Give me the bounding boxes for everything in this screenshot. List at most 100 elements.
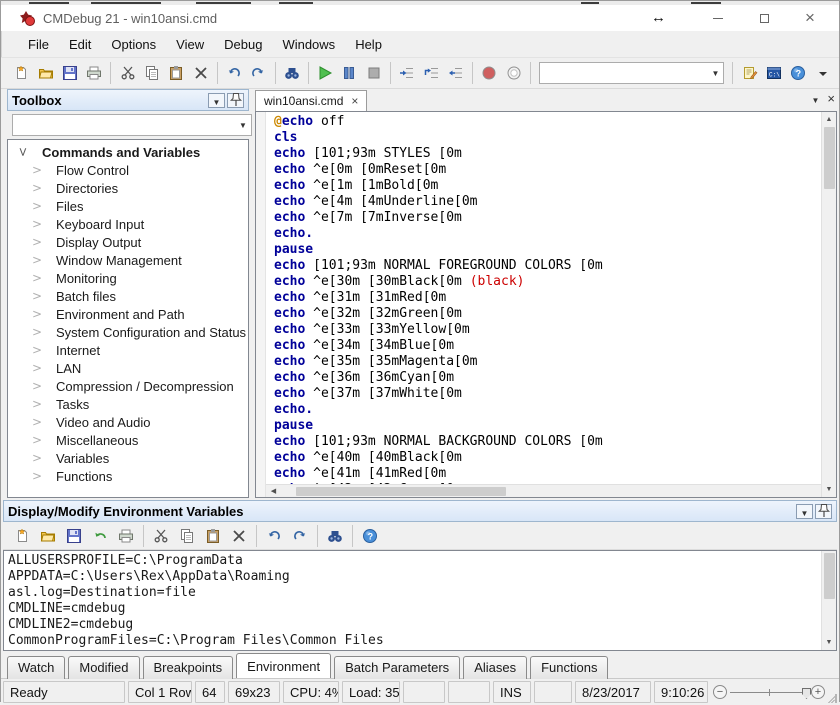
code-editor[interactable]: @echo offclsecho [101;93m STYLES [0mecho… bbox=[255, 111, 837, 498]
caret-down-icon[interactable] bbox=[707, 63, 723, 83]
find-button[interactable] bbox=[280, 60, 304, 86]
paste-button[interactable] bbox=[200, 523, 226, 549]
close-document-icon[interactable] bbox=[827, 91, 835, 106]
cut-button[interactable] bbox=[148, 523, 174, 549]
toolbox-item-system-configuration-and-status[interactable]: >System Configuration and Status bbox=[8, 323, 248, 341]
env-variable-line[interactable]: CommonProgramFiles=C:\Program Files\Comm… bbox=[8, 633, 821, 649]
toolbox-item-keyboard-input[interactable]: >Keyboard Input bbox=[8, 215, 248, 233]
redo-button[interactable] bbox=[246, 60, 270, 86]
scroll-down-icon[interactable] bbox=[822, 482, 837, 497]
clear-breakpoints-button[interactable] bbox=[501, 60, 525, 86]
env-variable-line[interactable]: CMDLINE=cmdebug bbox=[8, 601, 821, 617]
copy-button[interactable] bbox=[140, 60, 164, 86]
zoom-slider-track[interactable] bbox=[730, 692, 808, 693]
set-breakpoint-button[interactable] bbox=[477, 60, 501, 86]
toolbox-item-window-management[interactable]: >Window Management bbox=[8, 251, 248, 269]
save-button[interactable] bbox=[61, 523, 87, 549]
print-button[interactable] bbox=[82, 60, 106, 86]
step-over-button[interactable] bbox=[419, 60, 443, 86]
tab-aliases[interactable]: Aliases bbox=[463, 656, 527, 679]
command-input-field[interactable] bbox=[540, 64, 708, 82]
undo-button[interactable] bbox=[222, 60, 246, 86]
env-variable-line[interactable]: APPDATA=C:\Users\Rex\AppData\Roaming bbox=[8, 569, 821, 585]
environment-variables-view[interactable]: ALLUSERSPROFILE=C:\ProgramDataAPPDATA=C:… bbox=[3, 550, 837, 651]
step-into-button[interactable] bbox=[395, 60, 419, 86]
paste-button[interactable] bbox=[164, 60, 188, 86]
env-variable-line[interactable]: CMDLINE2=cmdebug bbox=[8, 617, 821, 633]
toolbox-pin-button[interactable] bbox=[227, 93, 244, 108]
scroll-left-icon[interactable] bbox=[266, 484, 281, 498]
toolbox-item-display-output[interactable]: >Display Output bbox=[8, 233, 248, 251]
horizontal-scroll-thumb[interactable] bbox=[296, 487, 506, 496]
more-options-button[interactable] bbox=[811, 60, 835, 86]
maximize-button[interactable] bbox=[741, 5, 787, 31]
open-button[interactable] bbox=[35, 523, 61, 549]
menu-file[interactable]: File bbox=[18, 33, 59, 56]
toolbox-menu-button[interactable] bbox=[208, 93, 225, 108]
tab-win10ansi[interactable]: win10ansi.cmd bbox=[255, 90, 367, 111]
minimize-button[interactable] bbox=[695, 5, 741, 31]
toolbox-item-directories[interactable]: >Directories bbox=[8, 179, 248, 197]
toolbox-item-batch-files[interactable]: >Batch files bbox=[8, 287, 248, 305]
scroll-down-icon[interactable] bbox=[822, 635, 837, 650]
zoom-out-button[interactable]: − bbox=[713, 685, 727, 699]
menu-edit[interactable]: Edit bbox=[59, 33, 101, 56]
tab-watch[interactable]: Watch bbox=[7, 656, 65, 679]
pause-button[interactable] bbox=[337, 60, 361, 86]
menu-help[interactable]: Help bbox=[345, 33, 392, 56]
toolbox-filter-input[interactable] bbox=[13, 116, 235, 134]
undo-button[interactable] bbox=[261, 523, 287, 549]
tab-modified[interactable]: Modified bbox=[68, 656, 139, 679]
print-button[interactable] bbox=[113, 523, 139, 549]
toolbox-item-tasks[interactable]: >Tasks bbox=[8, 395, 248, 413]
close-tab-icon[interactable] bbox=[351, 94, 358, 108]
revert-button[interactable] bbox=[87, 523, 113, 549]
env-variable-line[interactable]: ALLUSERSPROFILE=C:\ProgramData bbox=[8, 553, 821, 569]
environment-vertical-scrollbar[interactable] bbox=[821, 551, 836, 650]
toolbox-item-functions[interactable]: >Functions bbox=[8, 467, 248, 485]
command-window-button[interactable]: C:\ bbox=[762, 60, 786, 86]
menu-windows[interactable]: Windows bbox=[272, 33, 345, 56]
scroll-up-icon[interactable] bbox=[822, 112, 837, 127]
toolbox-item-commands-and-variables[interactable]: >Commands and Variables bbox=[8, 143, 248, 161]
toolbox-item-monitoring[interactable]: >Monitoring bbox=[8, 269, 248, 287]
toolbox-item-lan[interactable]: >LAN bbox=[8, 359, 248, 377]
resize-grip[interactable] bbox=[825, 681, 837, 703]
tab-environment[interactable]: Environment bbox=[236, 653, 331, 678]
toolbox-item-variables[interactable]: >Variables bbox=[8, 449, 248, 467]
toolbox-item-compression-decompression[interactable]: >Compression / Decompression bbox=[8, 377, 248, 395]
menu-view[interactable]: View bbox=[166, 33, 214, 56]
edit-command-button[interactable] bbox=[737, 60, 761, 86]
editor-vertical-scrollbar[interactable] bbox=[821, 112, 836, 497]
environment-menu-button[interactable] bbox=[796, 504, 813, 519]
toolbox-item-environment-and-path[interactable]: >Environment and Path bbox=[8, 305, 248, 323]
toolbox-item-flow-control[interactable]: >Flow Control bbox=[8, 161, 248, 179]
help-button[interactable]: ? bbox=[786, 60, 810, 86]
cut-button[interactable] bbox=[115, 60, 139, 86]
editor-horizontal-scrollbar[interactable] bbox=[266, 484, 821, 497]
zoom-slider-thumb[interactable] bbox=[802, 688, 811, 699]
new-item-button[interactable] bbox=[9, 523, 35, 549]
copy-button[interactable] bbox=[174, 523, 200, 549]
toolbox-filter-combobox[interactable] bbox=[12, 114, 252, 136]
zoom-in-button[interactable]: + bbox=[811, 685, 825, 699]
open-file-button[interactable] bbox=[33, 60, 57, 86]
vertical-scroll-thumb[interactable] bbox=[824, 127, 835, 189]
toolbox-item-files[interactable]: >Files bbox=[8, 197, 248, 215]
menu-options[interactable]: Options bbox=[101, 33, 166, 56]
close-button[interactable] bbox=[787, 5, 833, 31]
tab-batch-parameters[interactable]: Batch Parameters bbox=[334, 656, 460, 679]
save-file-button[interactable] bbox=[58, 60, 82, 86]
delete-button[interactable] bbox=[189, 60, 213, 86]
code-view[interactable]: @echo offclsecho [101;93m STYLES [0mecho… bbox=[266, 112, 821, 484]
help-button[interactable]: ? bbox=[357, 523, 383, 549]
tab-functions[interactable]: Functions bbox=[530, 656, 608, 679]
tab-list-dropdown-icon[interactable] bbox=[811, 91, 819, 106]
step-out-button[interactable] bbox=[444, 60, 468, 86]
env-variable-line[interactable]: CommonProgramFiles(x86)=C:\Program Files… bbox=[8, 649, 821, 650]
tab-breakpoints[interactable]: Breakpoints bbox=[143, 656, 234, 679]
command-input-combobox[interactable] bbox=[539, 62, 725, 84]
toolbox-item-video-and-audio[interactable]: >Video and Audio bbox=[8, 413, 248, 431]
env-variable-line[interactable]: asl.log=Destination=file bbox=[8, 585, 821, 601]
new-file-button[interactable] bbox=[9, 60, 33, 86]
